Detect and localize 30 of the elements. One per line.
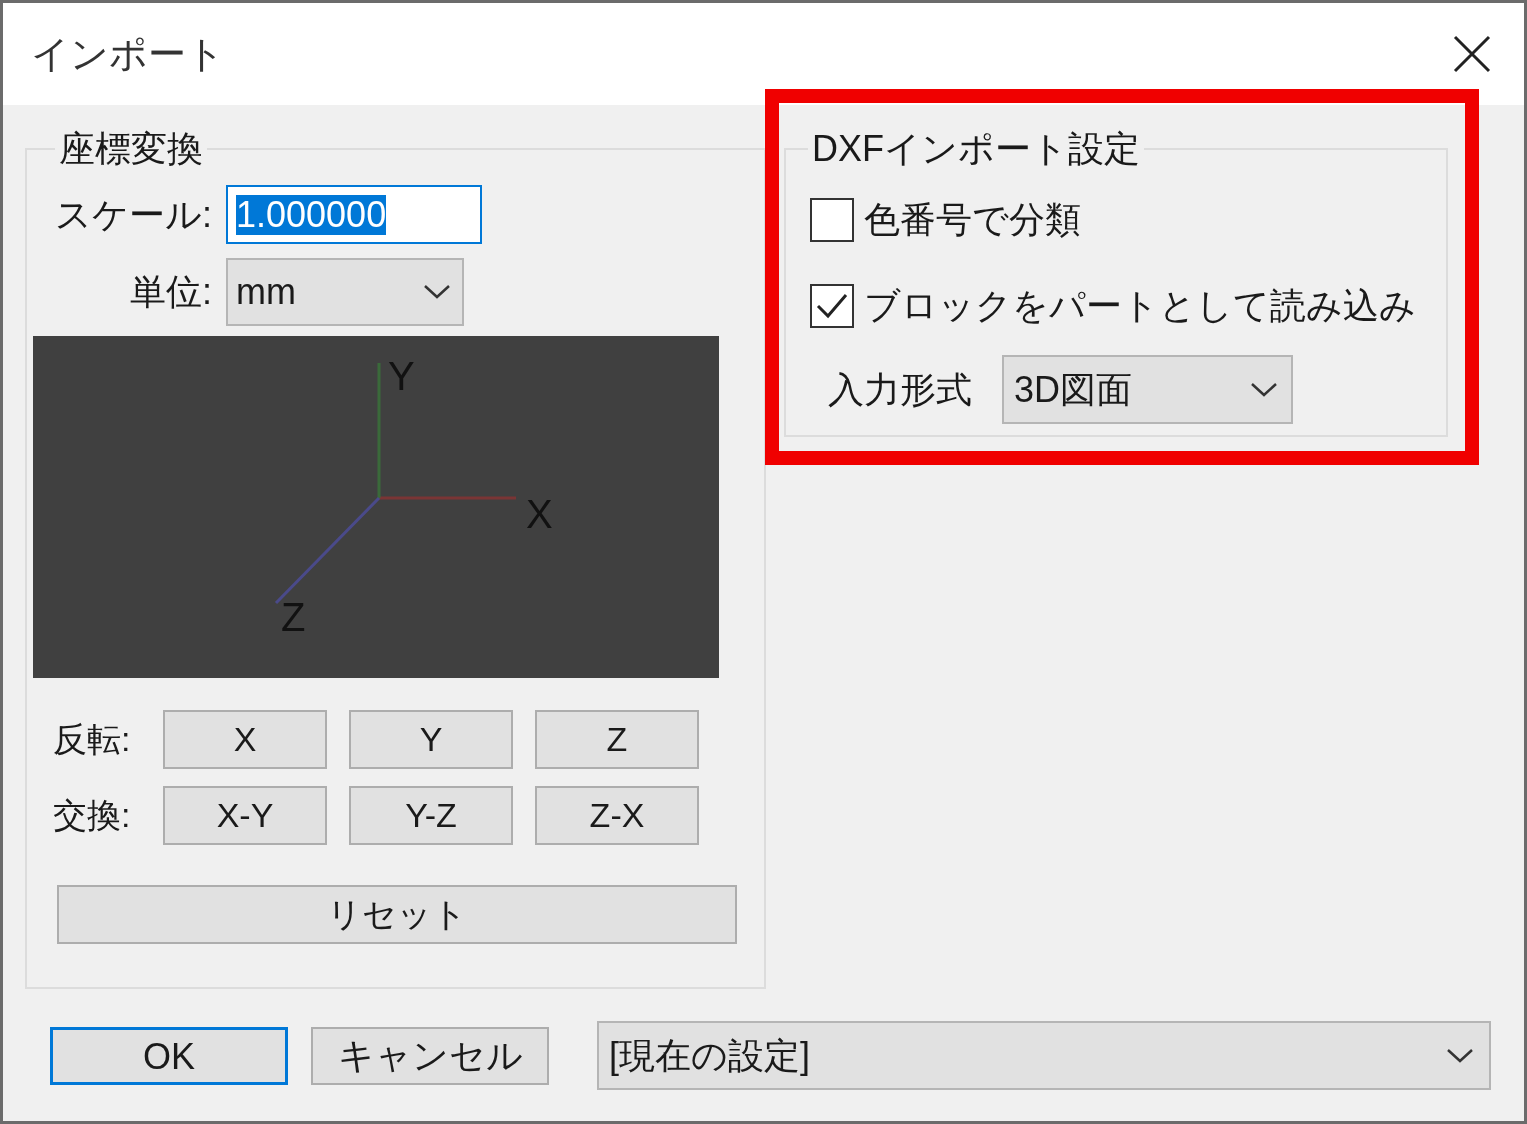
axis-button[interactable]: X-Y (163, 786, 327, 845)
axis-button[interactable]: Y (349, 710, 513, 769)
reset-button[interactable]: リセット (57, 885, 737, 944)
window-title: インポート (31, 31, 225, 77)
checkbox-label: ブロックをパートとして読み込み (864, 284, 1416, 328)
checkbox[interactable] (810, 284, 854, 328)
row-label: 交換: (52, 795, 132, 836)
checkbox[interactable] (810, 198, 854, 242)
axis-button[interactable]: Y-Z (349, 786, 513, 845)
axis-button[interactable]: Z (535, 710, 699, 769)
unit-dropdown[interactable]: mm (226, 258, 464, 326)
chevron-down-icon (1249, 380, 1279, 399)
axis-button[interactable]: X (163, 710, 327, 769)
chevron-down-icon (1445, 1046, 1475, 1065)
chevron-down-icon (422, 283, 452, 301)
ok-button[interactable]: OK (50, 1026, 288, 1085)
input-format-label: 入力形式 (828, 367, 973, 412)
preset-dropdown[interactable]: [現在の設定] (597, 1021, 1491, 1090)
cancel-button[interactable]: キャンセル (311, 1026, 549, 1085)
checkbox-label: 色番号で分類 (864, 198, 1081, 242)
unit-label: 単位: (129, 270, 212, 314)
axis-button[interactable]: Z-X (535, 786, 699, 845)
group-title: DXFインポート設定 (811, 127, 1141, 171)
scale-input[interactable]: 1.000000 (226, 185, 482, 244)
close-icon[interactable] (1452, 34, 1492, 74)
row-label: 反転: (52, 719, 132, 760)
group-title: 座標変換 (58, 127, 204, 171)
checkmark-icon (815, 291, 849, 321)
input-format-dropdown[interactable]: 3D図面 (1002, 355, 1293, 424)
scale-label: スケール: (54, 192, 212, 237)
